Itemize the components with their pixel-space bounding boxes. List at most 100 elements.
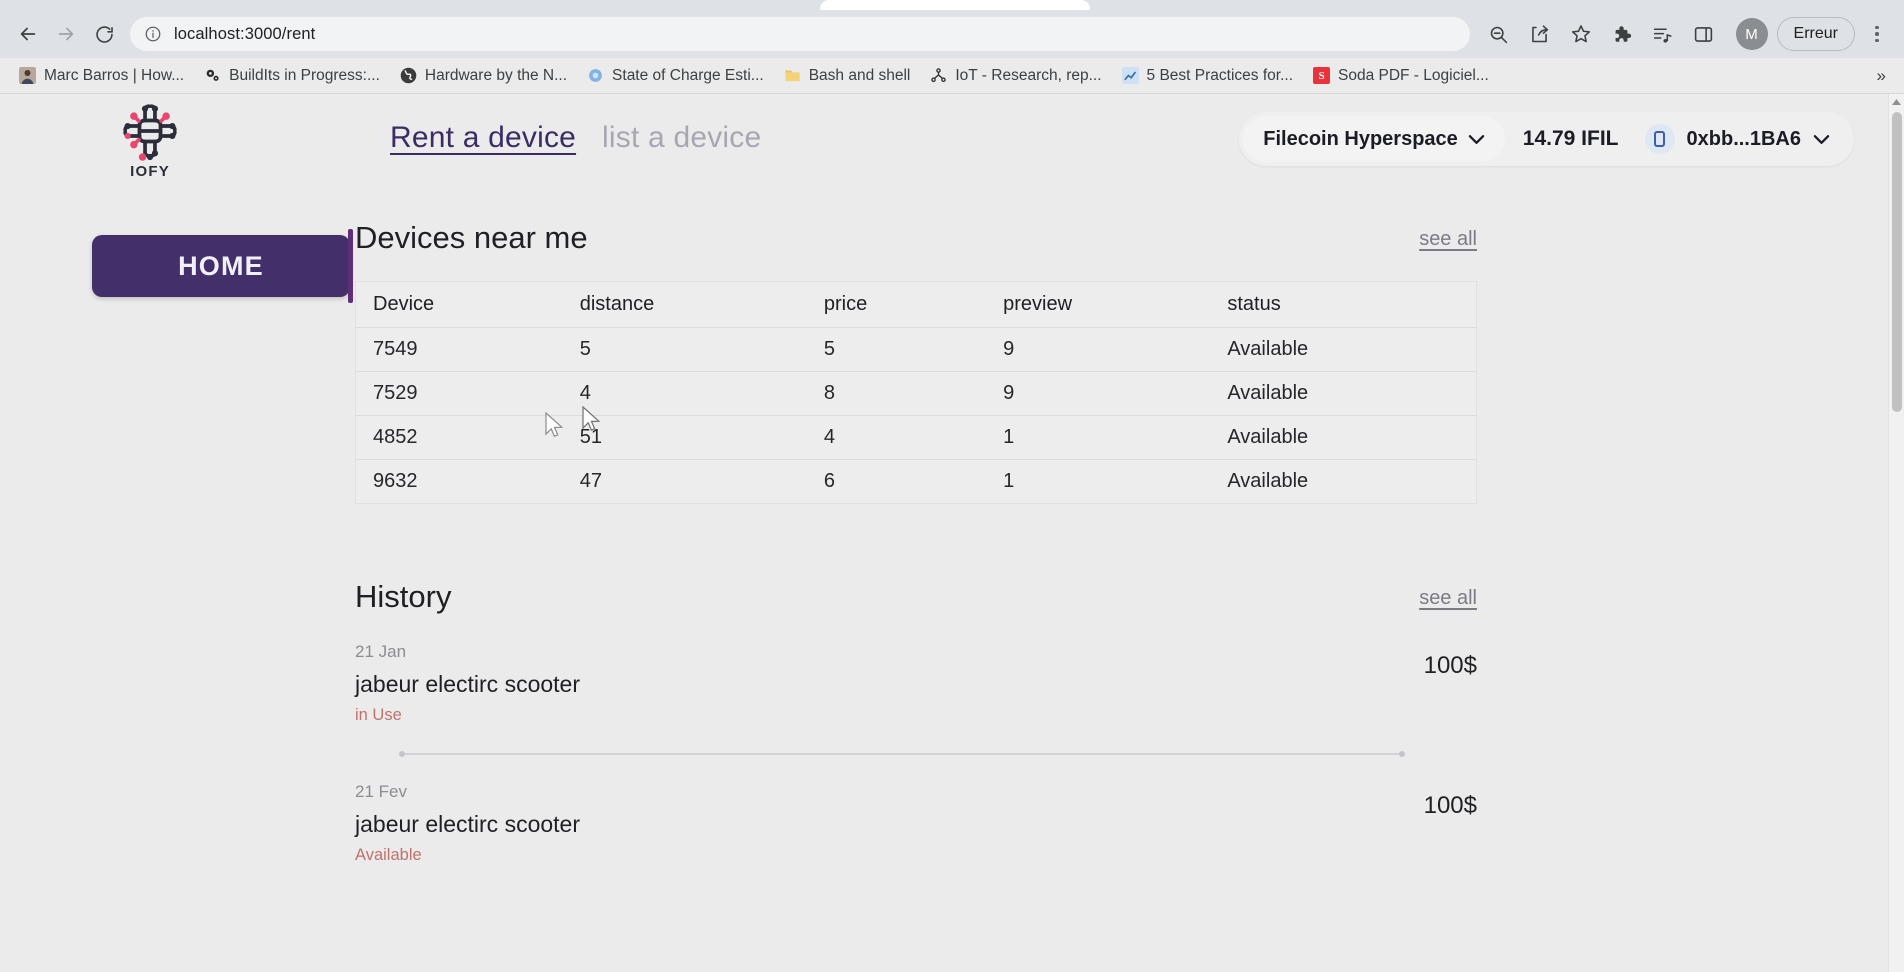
bookmark-item[interactable]: IoT - Research, rep... xyxy=(921,63,1110,89)
list-item[interactable]: 21 Fev jabeur electirc scooter Available… xyxy=(355,755,1477,865)
brand-logo[interactable]: IOFY xyxy=(0,96,300,180)
balance-label: 14.79 IFIL xyxy=(1523,127,1619,151)
history-title: History xyxy=(355,579,451,615)
scrollbar-thumb[interactable] xyxy=(1892,112,1902,412)
bookmark-label: Soda PDF - Logiciel... xyxy=(1338,67,1489,85)
table-row[interactable]: 4852 51 4 1 Available xyxy=(356,416,1477,460)
forward-icon[interactable] xyxy=(48,16,84,52)
reload-icon[interactable] xyxy=(86,16,122,52)
bookmark-item[interactable]: S Soda PDF - Logiciel... xyxy=(1304,63,1498,89)
bookmark-label: Bash and shell xyxy=(809,67,911,85)
devices-see-all-link[interactable]: see all xyxy=(1419,228,1477,256)
cell-device: 7529 xyxy=(356,372,580,416)
network-selector[interactable]: Filecoin Hyperspace xyxy=(1243,116,1505,162)
chevron-down-icon xyxy=(1813,128,1830,151)
cell-price: 5 xyxy=(824,328,1003,372)
bookmarks-overflow-button[interactable]: » xyxy=(1869,62,1894,90)
cell-status: Available xyxy=(1227,328,1476,372)
bookmark-item[interactable]: Marc Barros | How... xyxy=(10,63,193,89)
share-icon[interactable] xyxy=(1521,15,1559,53)
active-tab[interactable] xyxy=(820,0,1090,10)
back-icon[interactable] xyxy=(10,16,46,52)
side-panel-icon[interactable] xyxy=(1685,15,1723,53)
scroll-up-arrow[interactable] xyxy=(1889,94,1904,110)
brand-name: IOFY xyxy=(130,163,170,180)
cell-distance: 47 xyxy=(580,460,824,504)
wallet-address-label: 0xbb...1BA6 xyxy=(1687,128,1801,151)
table-row[interactable]: 9632 47 6 1 Available xyxy=(356,460,1477,504)
cell-price: 6 xyxy=(824,460,1003,504)
cell-preview: 9 xyxy=(1003,328,1227,372)
col-price: price xyxy=(824,282,1003,328)
cell-preview: 9 xyxy=(1003,372,1227,416)
history-section-header: History see all xyxy=(355,579,1477,615)
bookmark-label: Hardware by the N... xyxy=(425,67,567,85)
vertical-scrollbar[interactable] xyxy=(1888,94,1904,972)
cell-device: 7549 xyxy=(356,328,580,372)
cell-device: 4852 xyxy=(356,416,580,460)
reading-list-icon[interactable] xyxy=(1644,15,1682,53)
list-item[interactable]: 21 Jan jabeur electirc scooter in Use 10… xyxy=(355,615,1477,725)
table-row[interactable]: 7549 5 5 9 Available xyxy=(356,328,1477,372)
wallet-bar: Filecoin Hyperspace 14.79 IFIL 0xbb...1B… xyxy=(1239,112,1854,166)
folder-favicon xyxy=(784,67,801,84)
sidebar: HOME xyxy=(0,182,355,865)
main-content: Devices near me see all Device distance … xyxy=(355,182,1904,865)
wallet-address-button[interactable]: 0xbb...1BA6 xyxy=(1637,116,1850,162)
cell-status: Available xyxy=(1227,460,1476,504)
iofy-chip-logo xyxy=(119,100,181,162)
devices-table: Device distance price preview status 754… xyxy=(355,281,1477,504)
col-distance: distance xyxy=(580,282,824,328)
bookmark-item[interactable]: State of Charge Esti... xyxy=(578,63,773,89)
bookmark-item[interactable]: BuildIts in Progress:... xyxy=(195,63,389,89)
site-header: IOFY Rent a device list a device Filecoi… xyxy=(0,94,1904,182)
history-name: jabeur electirc scooter xyxy=(355,811,1477,838)
cell-status: Available xyxy=(1227,416,1476,460)
cell-distance: 51 xyxy=(580,416,824,460)
history-see-all-link[interactable]: see all xyxy=(1419,587,1477,615)
bookmark-item[interactable]: Bash and shell xyxy=(775,63,920,89)
bookmark-item[interactable]: 5 Best Practices for... xyxy=(1113,63,1302,89)
toolbar-icon-group: M Erreur xyxy=(1480,15,1894,53)
address-bar[interactable]: localhost:3000/rent xyxy=(130,17,1470,51)
avatar[interactable]: M xyxy=(1736,18,1768,50)
bookmark-label: Marc Barros | How... xyxy=(44,67,184,85)
cell-distance: 5 xyxy=(580,328,824,372)
cell-distance: 4 xyxy=(580,372,824,416)
bookmark-label: 5 Best Practices for... xyxy=(1147,67,1293,85)
cell-preview: 1 xyxy=(1003,416,1227,460)
bookmark-label: IoT - Research, rep... xyxy=(955,67,1101,85)
soda-pdf-favicon: S xyxy=(1313,67,1330,84)
portrait-favicon xyxy=(19,67,36,84)
network-favicon xyxy=(930,67,947,84)
gears-favicon xyxy=(204,67,221,84)
browser-menu-icon[interactable] xyxy=(1860,15,1894,53)
table-header-row: Device distance price preview status xyxy=(356,282,1477,328)
cell-price: 8 xyxy=(824,372,1003,416)
url-text: localhost:3000/rent xyxy=(174,25,315,44)
chart-favicon xyxy=(1122,67,1139,84)
col-status: status xyxy=(1227,282,1476,328)
bookmark-item[interactable]: Hardware by the N... xyxy=(391,63,576,89)
zoom-out-icon[interactable] xyxy=(1480,15,1518,53)
network-label: Filecoin Hyperspace xyxy=(1263,128,1458,151)
table-row[interactable]: 7529 4 8 9 Available xyxy=(356,372,1477,416)
cell-device: 9632 xyxy=(356,460,580,504)
bookmarks-bar: Marc Barros | How... BuildIts in Progres… xyxy=(0,58,1904,94)
status-badge: in Use xyxy=(355,706,1477,725)
profile-status-pill[interactable]: Erreur xyxy=(1777,17,1855,51)
bookmark-label: BuildIts in Progress:... xyxy=(229,67,380,85)
devices-title: Devices near me xyxy=(355,220,588,256)
history-name: jabeur electirc scooter xyxy=(355,671,1477,698)
tab-strip xyxy=(0,0,1904,10)
devices-table-head: Device distance price preview status xyxy=(356,282,1477,328)
site-info-icon[interactable] xyxy=(144,25,162,43)
nav-list-a-device[interactable]: list a device xyxy=(602,121,761,155)
bookmark-star-icon[interactable] xyxy=(1562,15,1600,53)
main-navigation: Rent a device list a device xyxy=(390,121,761,155)
nav-rent-a-device[interactable]: Rent a device xyxy=(390,121,576,155)
extensions-puzzle-icon[interactable] xyxy=(1603,15,1641,53)
chevron-down-icon xyxy=(1468,128,1485,151)
page-body: HOME Devices near me see all Device dist… xyxy=(0,182,1904,865)
sidebar-item-home[interactable]: HOME xyxy=(92,235,350,297)
